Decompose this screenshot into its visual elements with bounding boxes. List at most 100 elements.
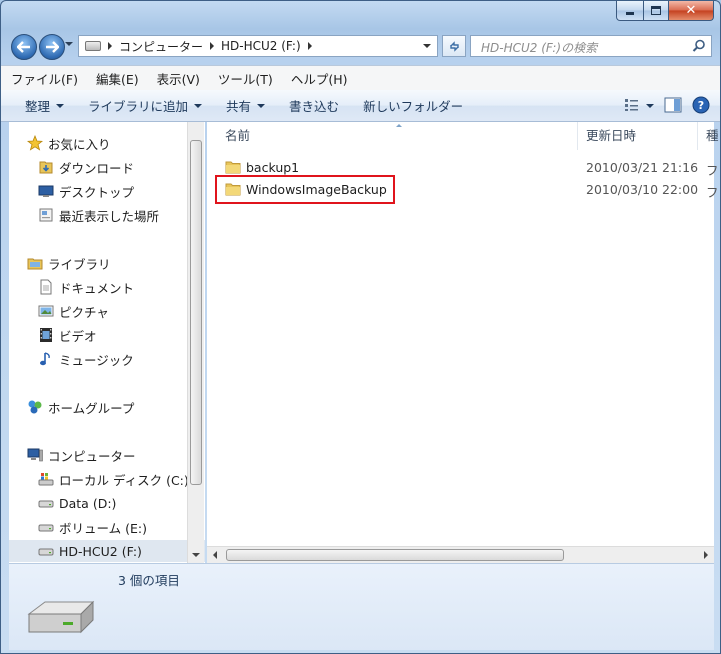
- downloads-folder-icon: [39, 161, 53, 174]
- nav-drive-c[interactable]: ローカル ディスク (C:): [38, 468, 189, 490]
- burn-button[interactable]: 書き込む: [277, 96, 351, 115]
- address-dropdown-icon[interactable]: [423, 44, 431, 48]
- folder-icon: [225, 161, 241, 174]
- nav-computer[interactable]: コンピューター: [27, 444, 136, 466]
- horizontal-scrollbar[interactable]: [207, 546, 714, 563]
- breadcrumb-separator-icon[interactable]: [108, 42, 112, 50]
- nav-videos[interactable]: ビデオ: [38, 324, 97, 346]
- horizontal-scrollbar-thumb[interactable]: [226, 549, 564, 561]
- close-icon: ✕: [685, 3, 697, 18]
- desktop-icon: [38, 185, 54, 197]
- file-type: フ: [706, 163, 719, 178]
- back-button[interactable]: [11, 34, 37, 60]
- maximize-icon: [651, 6, 661, 15]
- add-to-library-label: ライブラリに追加: [88, 99, 189, 114]
- nav-drive-f-label: HD-HCU2 (F:): [59, 543, 142, 559]
- external-drive-icon: [27, 600, 95, 634]
- search-placeholder: HD-HCU2 (F:)の検索: [481, 41, 598, 55]
- system-drive-icon: [38, 473, 54, 486]
- column-divider[interactable]: [577, 122, 578, 150]
- nav-scrollbar-thumb[interactable]: [190, 140, 202, 485]
- maximize-button[interactable]: [644, 1, 669, 21]
- breadcrumb-drive[interactable]: HD-HCU2 (F:): [221, 39, 301, 53]
- nav-music[interactable]: ミュージック: [38, 348, 134, 370]
- homegroup-icon: [28, 400, 42, 414]
- close-button[interactable]: ✕: [669, 1, 714, 21]
- nav-favorites[interactable]: お気に入り: [27, 132, 111, 154]
- nav-homegroup-label: ホームグループ: [48, 400, 135, 416]
- address-bar[interactable]: コンピューター HD-HCU2 (F:): [78, 35, 438, 57]
- column-name[interactable]: 名前: [225, 122, 250, 150]
- arrow-right-icon: [46, 41, 59, 53]
- chevron-down-icon: [194, 103, 203, 108]
- file-name: backup1: [246, 160, 300, 175]
- nav-libraries[interactable]: ライブラリ: [27, 252, 111, 274]
- menu-tools[interactable]: ツール(T): [209, 69, 282, 88]
- minimize-button[interactable]: [616, 1, 644, 21]
- recent-pages-dropdown[interactable]: [65, 42, 73, 46]
- breadcrumb-computer[interactable]: コンピューター: [119, 38, 203, 55]
- file-list: 名前 更新日時 種 backup1 2010/03/21 21:16 フ Win…: [207, 122, 719, 563]
- column-type[interactable]: 種: [706, 122, 719, 150]
- command-bar: 整理 ライブラリに追加 共有 書き込む 新しいフォルダー ?: [1, 90, 720, 122]
- nav-videos-label: ビデオ: [59, 328, 97, 344]
- item-count: 3 個の項目: [118, 573, 180, 588]
- video-icon: [40, 328, 52, 342]
- nav-scrollbar[interactable]: [187, 122, 204, 563]
- scroll-left-icon[interactable]: [213, 551, 217, 559]
- column-date[interactable]: 更新日時: [586, 122, 636, 150]
- pictures-icon: [38, 305, 54, 317]
- music-note-icon: [40, 352, 50, 366]
- nav-drive-e-label: ボリューム (E:): [59, 520, 147, 536]
- nav-documents-label: ドキュメント: [59, 280, 135, 296]
- menu-help[interactable]: ヘルプ(H): [282, 69, 357, 88]
- scroll-down-icon[interactable]: [192, 553, 200, 557]
- nav-drive-f[interactable]: HD-HCU2 (F:): [9, 540, 205, 562]
- nav-recent-places[interactable]: 最近表示した場所: [38, 204, 159, 226]
- drive-icon: [38, 500, 54, 508]
- window-controls: ✕: [616, 1, 714, 21]
- add-to-library-button[interactable]: ライブラリに追加: [76, 96, 214, 115]
- nav-desktop[interactable]: デスクトップ: [38, 180, 134, 202]
- nav-pictures[interactable]: ピクチャ: [38, 300, 109, 322]
- forward-button[interactable]: [39, 34, 65, 60]
- share-button[interactable]: 共有: [214, 96, 277, 115]
- file-type: フ: [706, 185, 719, 200]
- drive-icon: [38, 524, 54, 532]
- arrow-left-icon: [17, 41, 30, 53]
- organize-button[interactable]: 整理: [1, 96, 76, 115]
- menu-view[interactable]: 表示(V): [148, 69, 209, 88]
- nav-downloads[interactable]: ダウンロード: [38, 156, 134, 178]
- file-date: 2010/03/21 21:16: [586, 160, 699, 175]
- share-label: 共有: [226, 99, 252, 114]
- menu-file[interactable]: ファイル(F): [1, 69, 87, 88]
- scroll-right-icon[interactable]: [704, 551, 708, 559]
- title-bar[interactable]: ✕: [1, 1, 720, 29]
- nav-recent-places-label: 最近表示した場所: [59, 208, 160, 224]
- computer-icon: [27, 448, 43, 462]
- help-icon[interactable]: ?: [692, 96, 710, 114]
- nav-music-label: ミュージック: [59, 352, 134, 368]
- preview-pane-icon[interactable]: [664, 97, 682, 113]
- nav-libraries-label: ライブラリ: [48, 256, 111, 272]
- details-pane: 3 個の項目: [9, 563, 714, 650]
- svg-text:?: ?: [698, 99, 704, 112]
- menu-bar: ファイル(F) 編集(E) 表示(V) ツール(T) ヘルプ(H): [1, 65, 720, 90]
- drive-icon: [38, 548, 54, 556]
- breadcrumb-separator-icon[interactable]: [210, 42, 215, 50]
- view-options-icon[interactable]: [624, 98, 654, 112]
- nav-documents[interactable]: ドキュメント: [38, 276, 134, 298]
- menu-edit[interactable]: 編集(E): [87, 69, 148, 88]
- search-box[interactable]: HD-HCU2 (F:)の検索: [470, 35, 712, 57]
- search-icon[interactable]: [692, 39, 706, 53]
- column-divider[interactable]: [697, 122, 698, 150]
- breadcrumb-separator-icon[interactable]: [307, 42, 312, 50]
- nav-homegroup[interactable]: ホームグループ: [27, 396, 134, 418]
- nav-drive-d[interactable]: Data (D:): [38, 492, 116, 514]
- new-folder-button[interactable]: 新しいフォルダー: [351, 96, 475, 115]
- refresh-button[interactable]: [442, 35, 466, 57]
- nav-pictures-label: ピクチャ: [59, 304, 109, 320]
- nav-drive-e[interactable]: ボリューム (E:): [38, 516, 147, 538]
- library-icon: [27, 258, 43, 270]
- chevron-down-icon: [257, 103, 266, 108]
